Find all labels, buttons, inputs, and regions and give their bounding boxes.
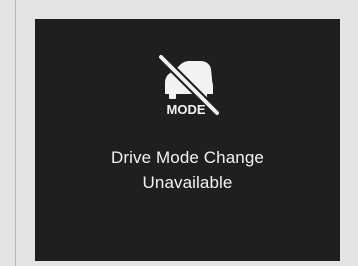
message-line-1: Drive Mode Change bbox=[111, 148, 264, 167]
page-left-rule bbox=[15, 0, 16, 266]
status-message: Drive Mode Change Unavailable bbox=[35, 145, 340, 195]
drive-mode-unavailable-icon: MODE bbox=[153, 51, 225, 117]
icon-label: MODE bbox=[167, 102, 206, 117]
display-panel: MODE Drive Mode Change Unavailable bbox=[35, 19, 340, 261]
drive-mode-icon-svg: MODE bbox=[157, 53, 221, 117]
message-line-2: Unavailable bbox=[142, 173, 233, 192]
